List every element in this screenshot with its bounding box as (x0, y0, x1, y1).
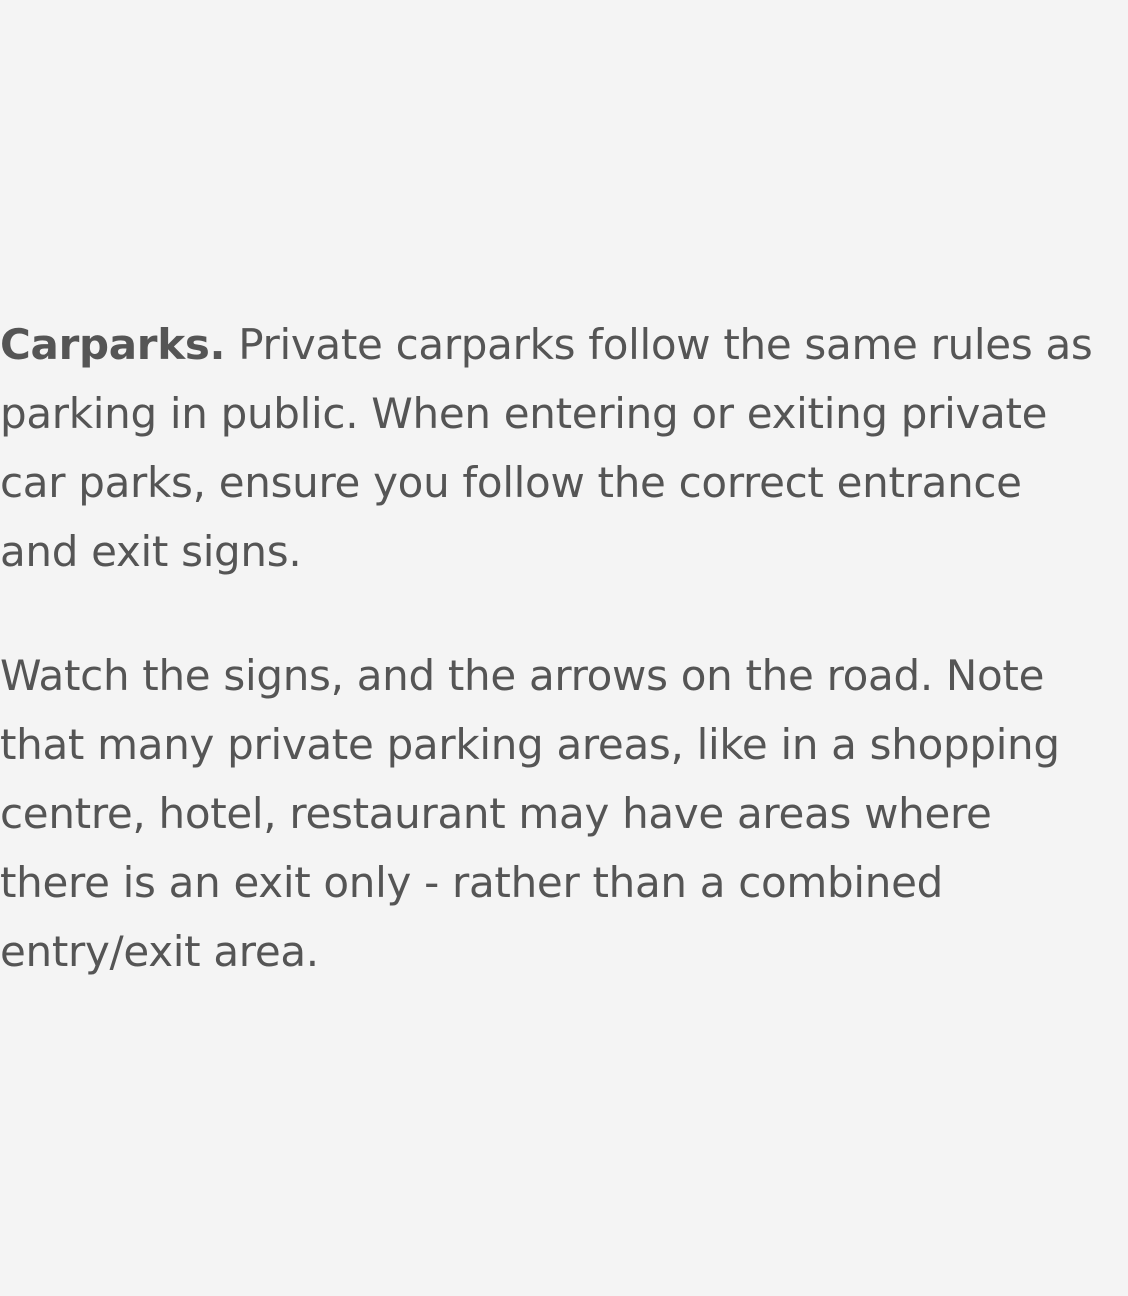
carparks-heading: Carparks. (0, 320, 226, 369)
signs-paragraph: Watch the signs, and the arrows on the r… (0, 651, 1060, 976)
article-body: Carparks. Private carparks follow the sa… (0, 310, 1110, 1041)
carparks-paragraph: Carparks. Private carparks follow the sa… (0, 310, 1110, 586)
